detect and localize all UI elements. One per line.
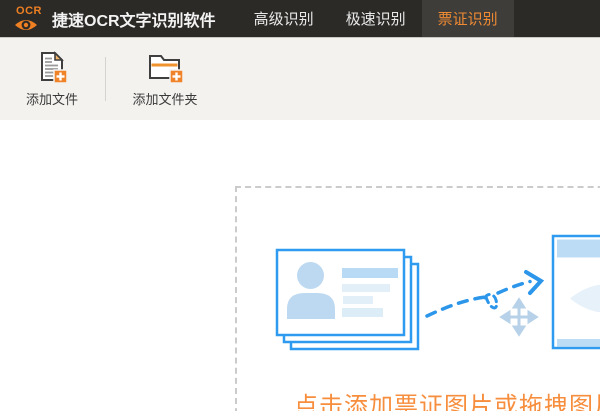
id-card-stack-icon: [277, 250, 418, 349]
tab-ticket-recognition[interactable]: 票证识别: [422, 0, 514, 37]
preview-card-icon: [553, 236, 600, 348]
dropzone-illustration: [0, 120, 600, 411]
tab-advanced-recognition[interactable]: 高级识别: [238, 0, 330, 37]
app-logo: OCR: [4, 0, 48, 37]
add-file-icon: [36, 50, 68, 83]
move-cursor-icon: [502, 300, 536, 334]
toolbar: 添加文件 添加文件夹: [0, 37, 600, 120]
add-folder-icon: [146, 50, 184, 83]
main-area: 点击添加票证图片或拖拽图片: [0, 120, 600, 411]
logo-text: OCR: [16, 6, 42, 17]
tab-bar: 高级识别 极速识别 票证识别: [238, 0, 514, 37]
topbar: OCR 捷速OCR文字识别软件 高级识别 极速识别 票证识别: [0, 0, 600, 37]
toolbar-divider: [105, 57, 106, 101]
tab-fast-recognition[interactable]: 极速识别: [330, 0, 422, 37]
app-title: 捷速OCR文字识别软件: [52, 7, 216, 31]
add-file-button[interactable]: 添加文件: [8, 44, 96, 114]
add-folder-label: 添加文件夹: [132, 89, 197, 108]
eye-icon: [14, 18, 38, 32]
dashed-arrow-icon: [427, 272, 541, 316]
add-file-label: 添加文件: [26, 89, 78, 108]
dropzone-hint: 点击添加票证图片或拖拽图片: [294, 386, 600, 411]
add-folder-button[interactable]: 添加文件夹: [115, 44, 215, 114]
